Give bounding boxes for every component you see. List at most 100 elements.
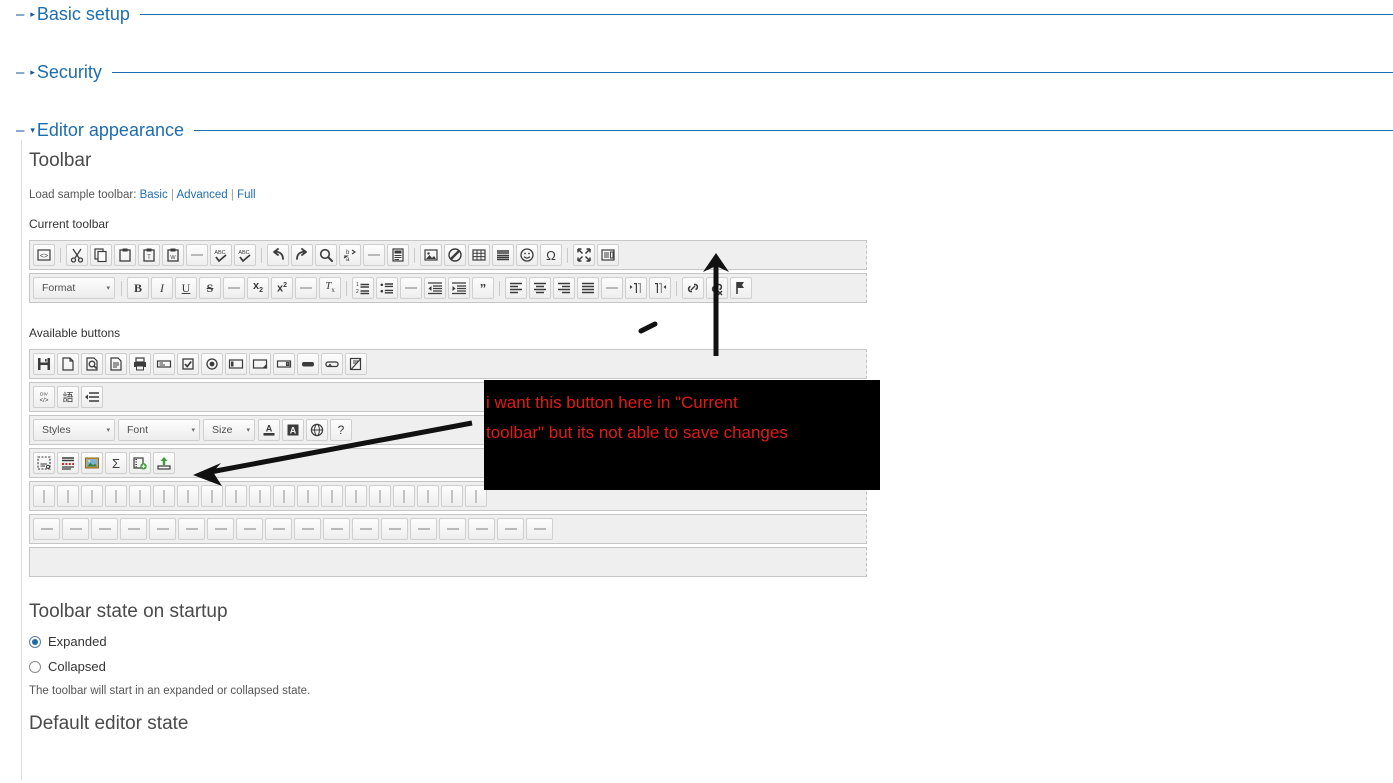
separator-placeholder-button[interactable] (441, 485, 463, 507)
horizontal-rule-icon[interactable] (492, 244, 514, 266)
line-break-placeholder-button[interactable] (149, 518, 176, 540)
indent-icon[interactable] (448, 277, 470, 299)
separator-placeholder-button[interactable] (153, 485, 175, 507)
line-break-placeholder-button[interactable] (352, 518, 379, 540)
upload-icon[interactable] (153, 452, 175, 474)
available-buttons-row[interactable] (29, 514, 867, 544)
collapse-minus-icon[interactable]: – (16, 123, 24, 138)
textarea-icon[interactable] (249, 353, 271, 375)
line-break-placeholder-button[interactable] (323, 518, 350, 540)
align-justify-icon[interactable] (577, 277, 599, 299)
select-field-icon[interactable] (273, 353, 295, 375)
special-char-icon[interactable]: Ω (540, 244, 562, 266)
section-header-security[interactable]: – ▸ Security (0, 62, 1393, 83)
image-icon[interactable] (420, 244, 442, 266)
toolbar-break-icon[interactable] (601, 277, 623, 299)
collapse-minus-icon[interactable]: – (16, 65, 24, 80)
form-icon[interactable] (225, 353, 247, 375)
toolbar-break-icon[interactable] (186, 244, 208, 266)
spellchecker-icon[interactable] (57, 452, 79, 474)
paste-word-icon[interactable]: W (162, 244, 184, 266)
remove-format-icon[interactable]: Tx (319, 277, 341, 299)
bulleted-list-icon[interactable] (376, 277, 398, 299)
paste-text-icon[interactable]: T (138, 244, 160, 266)
line-break-placeholder-button[interactable] (33, 518, 60, 540)
current-toolbar-config[interactable]: <> T W ABC ABC b a Ω Format ▾ B I U Sx2 x2 Tx 1 2 ” (29, 240, 867, 303)
preview-icon[interactable] (81, 353, 103, 375)
show-blocks-icon[interactable] (597, 244, 619, 266)
hidden-field-icon[interactable] (345, 353, 367, 375)
separator-placeholder-button[interactable] (129, 485, 151, 507)
smiley-icon[interactable] (516, 244, 538, 266)
text-direction-ltr-icon[interactable] (625, 277, 647, 299)
globe-icon[interactable] (306, 419, 328, 441)
strike-icon[interactable]: S (199, 277, 221, 299)
available-buttons-row[interactable] (29, 547, 867, 577)
insert-image-icon[interactable] (81, 452, 103, 474)
outdent-icon[interactable] (424, 277, 446, 299)
available-buttons-row[interactable] (29, 349, 867, 379)
radio-collapsed-indicator[interactable] (29, 661, 41, 673)
document-properties-icon[interactable] (105, 353, 127, 375)
line-break-placeholder-button[interactable] (468, 518, 495, 540)
separator-placeholder-button[interactable] (225, 485, 247, 507)
separator-placeholder-button[interactable] (297, 485, 319, 507)
flash-icon[interactable] (444, 244, 466, 266)
spellcheck-as-you-type-icon[interactable]: ABC (234, 244, 256, 266)
section-title-editor-appearance[interactable]: Editor appearance (37, 120, 184, 141)
bold-icon[interactable]: B (127, 277, 149, 299)
cut-icon[interactable] (66, 244, 88, 266)
section-header-editor-appearance[interactable]: – ▾ Editor appearance (0, 120, 1393, 141)
separator-placeholder-button[interactable] (201, 485, 223, 507)
paste-icon[interactable] (114, 244, 136, 266)
source-icon[interactable]: <> (33, 244, 55, 266)
subscript-icon[interactable]: x2 (247, 277, 269, 299)
separator-placeholder-button[interactable] (321, 485, 343, 507)
toolbar-break-icon[interactable] (363, 244, 385, 266)
font-dropdown[interactable]: Font ▾ (118, 419, 200, 441)
load-sample-full-link[interactable]: Full (237, 189, 256, 201)
line-break-placeholder-button[interactable] (236, 518, 263, 540)
undo-icon[interactable] (267, 244, 289, 266)
create-div-icon[interactable]: DIV </> (33, 386, 55, 408)
italic-icon[interactable]: I (151, 277, 173, 299)
find-icon[interactable] (315, 244, 337, 266)
line-break-placeholder-button[interactable] (62, 518, 89, 540)
blockquote-icon[interactable]: ” (472, 277, 494, 299)
image-button-icon[interactable] (321, 353, 343, 375)
anchor-icon[interactable] (730, 277, 752, 299)
text-field-icon[interactable] (153, 353, 175, 375)
checkbox-icon[interactable] (177, 353, 199, 375)
underline-icon[interactable]: U (175, 277, 197, 299)
about-icon[interactable]: ? (330, 419, 352, 441)
superscript-icon[interactable]: x2 (271, 277, 293, 299)
language-icon[interactable]: 語 (57, 386, 79, 408)
separator-placeholder-button[interactable] (33, 485, 55, 507)
align-right-icon[interactable] (553, 277, 575, 299)
chevron-down-icon[interactable]: ▾ (30, 126, 35, 135)
line-break-placeholder-button[interactable] (497, 518, 524, 540)
line-break-placeholder-button[interactable] (410, 518, 437, 540)
line-break-placeholder-button[interactable] (381, 518, 408, 540)
maximize-icon[interactable] (573, 244, 595, 266)
button-icon[interactable] (297, 353, 319, 375)
text-direction-rtl-icon[interactable] (649, 277, 671, 299)
separator-placeholder-button[interactable] (273, 485, 295, 507)
chevron-right-icon[interactable]: ▸ (30, 10, 35, 19)
radio-expanded-indicator[interactable] (29, 636, 41, 648)
insert-media-icon[interactable] (129, 452, 151, 474)
copy-icon[interactable] (90, 244, 112, 266)
unlink-icon[interactable] (706, 277, 728, 299)
line-break-placeholder-button[interactable] (294, 518, 321, 540)
current-toolbar-row[interactable]: Format ▾ B I U Sx2 x2 Tx 1 2 ” (29, 273, 867, 303)
section-title-basic-setup[interactable]: Basic setup (37, 4, 130, 25)
table-icon[interactable] (468, 244, 490, 266)
redo-icon[interactable] (291, 244, 313, 266)
line-break-placeholder-button[interactable] (178, 518, 205, 540)
separator-placeholder-button[interactable] (417, 485, 439, 507)
separator-placeholder-button[interactable] (393, 485, 415, 507)
separator-placeholder-button[interactable] (57, 485, 79, 507)
styles-dropdown[interactable]: Styles ▾ (33, 419, 115, 441)
text-color-icon[interactable]: A (258, 419, 280, 441)
separator-placeholder-button[interactable] (345, 485, 367, 507)
